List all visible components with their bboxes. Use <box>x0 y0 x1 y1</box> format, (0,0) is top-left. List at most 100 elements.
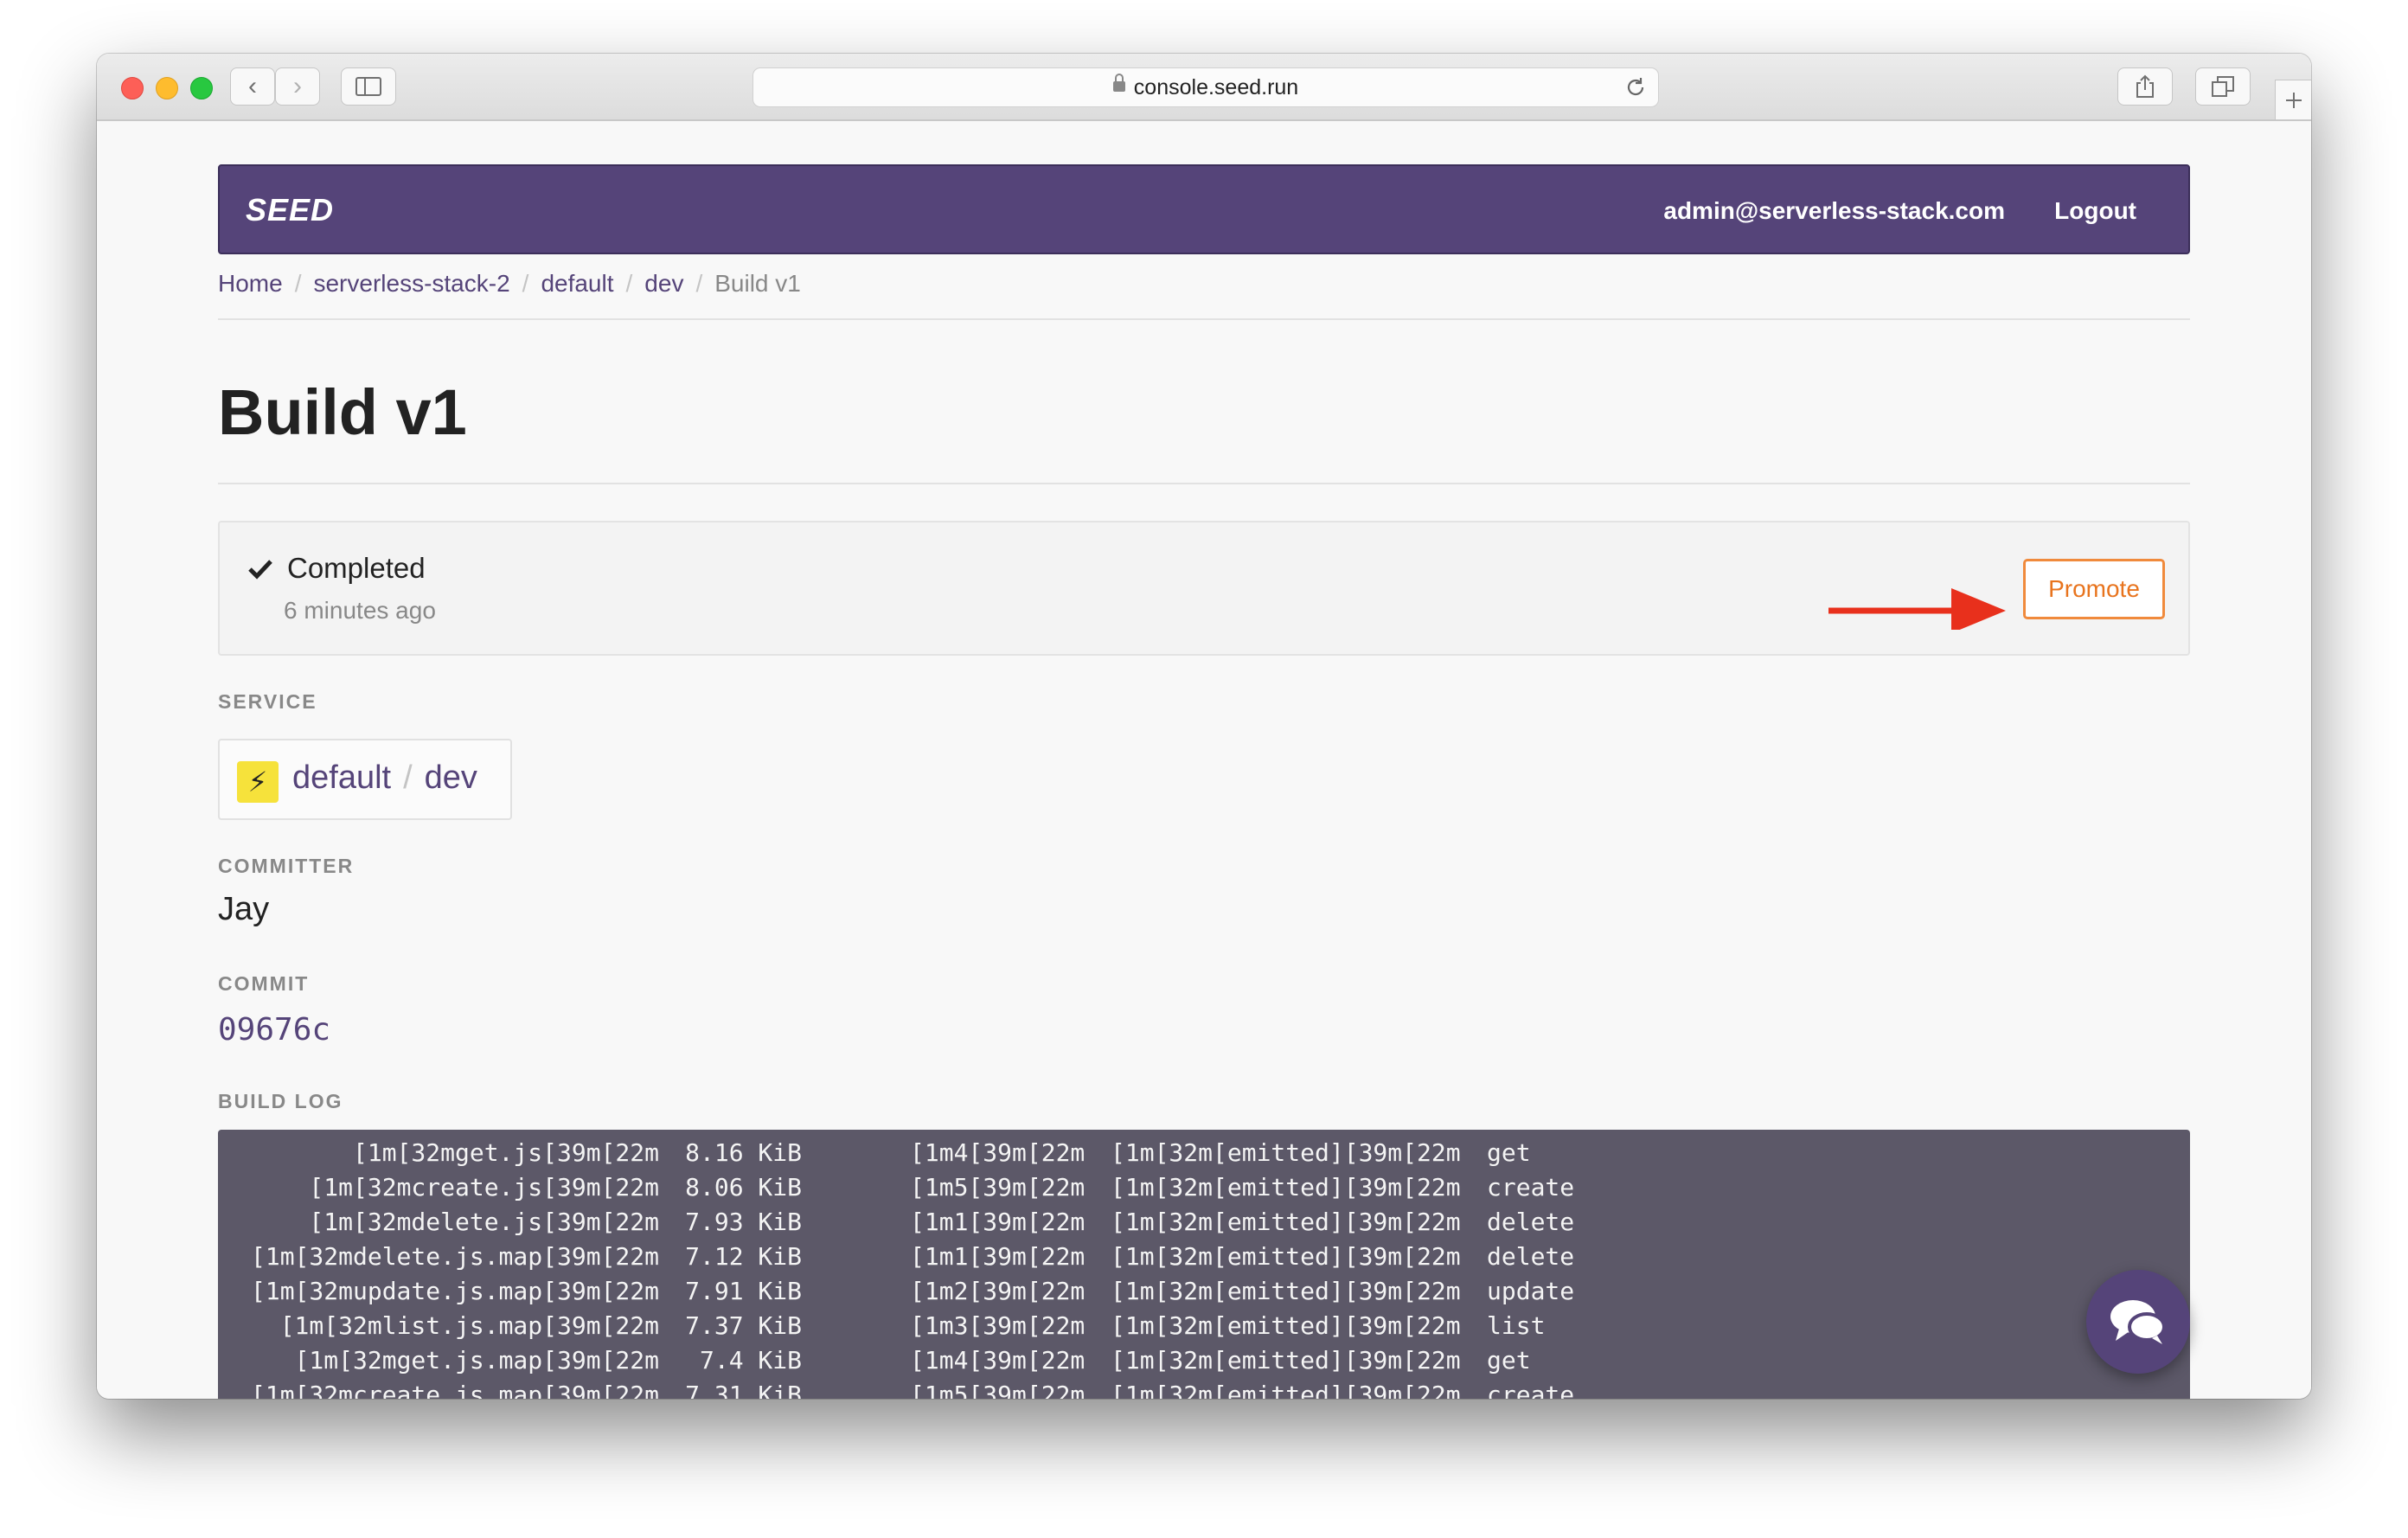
page-content: SEED admin@serverless-stack.com Logout H… <box>97 121 2311 1399</box>
log-status: [1m[32m[emitted][39m[22m <box>1111 1173 1461 1202</box>
minimize-window-button[interactable] <box>156 77 178 99</box>
logout-link[interactable]: Logout <box>2054 197 2136 225</box>
breadcrumb-app[interactable]: serverless-stack-2 <box>313 270 509 297</box>
status-label: Completed <box>287 552 426 584</box>
log-size: 8.06 KiB <box>685 1173 802 1202</box>
red-arrow-annotation <box>1828 588 2006 630</box>
log-line: [1m[32mdelete.js.map[39m[22m 7.12 KiB [1m1… <box>218 1242 2190 1277</box>
log-chunk-name: delete <box>1487 1242 1575 1271</box>
log-chunk: [1m4[39m[22m <box>910 1138 1086 1167</box>
checkmark-icon <box>247 555 273 587</box>
log-status: [1m[32m[emitted][39m[22m <box>1111 1277 1461 1305</box>
log-size: 7.4 KiB <box>699 1346 802 1375</box>
log-file: [1m[32mget.js.map[39m[22m <box>294 1346 659 1375</box>
breadcrumb-current: Build v1 <box>714 270 801 297</box>
reload-icon[interactable] <box>1623 75 1648 99</box>
log-size: 7.93 KiB <box>685 1208 802 1236</box>
sidebar-toggle-button[interactable] <box>341 67 396 106</box>
tabs-overview-button[interactable] <box>2195 67 2251 106</box>
share-icon <box>2136 74 2154 98</box>
tabs-icon <box>2212 76 2234 97</box>
breadcrumb-divider <box>218 318 2190 320</box>
breadcrumb: Home / serverless-stack-2 / default / dev / Buil… <box>218 270 801 298</box>
browser-window: ‹ › console.seed.run SEED admin@serverle… <box>97 54 2311 1399</box>
lock-icon <box>1112 74 1125 93</box>
log-file: [1m[32mget.js[39m[22m <box>352 1138 659 1167</box>
build-status-panel: Completed 6 minutes ago Promote <box>218 521 2190 656</box>
plus-icon <box>2285 92 2302 108</box>
brand-logo[interactable]: SEED <box>246 192 334 228</box>
log-chunk: [1m1[39m[22m <box>910 1242 1086 1271</box>
log-line: [1m[32mcreate.js[39m[22m 8.06 KiB [1m5[39m… <box>218 1173 2190 1208</box>
log-chunk: [1m2[39m[22m <box>910 1277 1086 1305</box>
breadcrumb-service[interactable]: default <box>541 270 613 297</box>
breadcrumb-separator: / <box>695 270 703 297</box>
promote-button[interactable]: Promote <box>2023 559 2165 619</box>
log-line: [1m[32mcreate.js.map[39m[22m 7.31 KiB [1m5… <box>218 1381 2190 1399</box>
log-chunk-name: create <box>1487 1381 1575 1399</box>
service-separator: / <box>403 759 413 796</box>
log-line: [1m[32mget.js.map[39m[22m 7.4 KiB [1m4[39m… <box>218 1346 2190 1381</box>
log-chunk-name: delete <box>1487 1208 1575 1236</box>
address-bar[interactable]: console.seed.run <box>752 67 1659 107</box>
log-status: [1m[32m[emitted][39m[22m <box>1111 1311 1461 1340</box>
log-chunk: [1m3[39m[22m <box>910 1311 1086 1340</box>
browser-titlebar: ‹ › console.seed.run <box>97 54 2311 121</box>
log-status: [1m[32m[emitted][39m[22m <box>1111 1138 1461 1167</box>
log-size: 7.12 KiB <box>685 1242 802 1271</box>
chat-widget-button[interactable] <box>2086 1270 2190 1374</box>
log-line: [1m[32mlist.js.map[39m[22m 7.37 KiB [1m3[3… <box>218 1311 2190 1346</box>
log-size: 7.31 KiB <box>685 1381 802 1399</box>
log-chunk-name: update <box>1487 1277 1575 1305</box>
user-email-link[interactable]: admin@serverless-stack.com <box>1663 197 2005 225</box>
app-navbar: SEED admin@serverless-stack.com Logout <box>218 164 2190 254</box>
committer-heading: COMMITTER <box>218 855 355 877</box>
build-log-panel[interactable]: [1m[32mget.js[39m[22m 8.16 KiB [1m4[39m[22… <box>218 1130 2190 1399</box>
log-line: [1m[32mdelete.js[39m[22m 7.93 KiB [1m1[39m… <box>218 1208 2190 1242</box>
chevron-left-icon: ‹ <box>248 72 257 100</box>
log-size: 7.37 KiB <box>685 1311 802 1340</box>
new-tab-button[interactable] <box>2275 80 2311 119</box>
commit-heading: COMMIT <box>218 972 310 995</box>
log-status: [1m[32m[emitted][39m[22m <box>1111 1242 1461 1271</box>
log-chunk: [1m5[39m[22m <box>910 1381 1086 1399</box>
log-chunk: [1m5[39m[22m <box>910 1173 1086 1202</box>
log-chunk-name: list <box>1487 1311 1546 1340</box>
service-link[interactable]: ⚡ default / dev <box>218 739 512 820</box>
title-divider <box>218 483 2190 484</box>
share-button[interactable] <box>2117 67 2173 106</box>
service-heading: SERVICE <box>218 690 317 713</box>
log-file: [1m[32mdelete.js[39m[22m <box>309 1208 659 1236</box>
log-chunk-name: create <box>1487 1173 1575 1202</box>
breadcrumb-separator: / <box>522 270 529 297</box>
log-line: [1m[32mget.js[39m[22m 8.16 KiB [1m4[39m[22… <box>218 1138 2190 1173</box>
forward-button[interactable]: › <box>275 67 320 106</box>
log-file: [1m[32mupdate.js.map[39m[22m <box>250 1277 659 1305</box>
breadcrumb-separator: / <box>294 270 302 297</box>
close-window-button[interactable] <box>121 77 144 99</box>
lightning-icon: ⚡ <box>237 761 279 803</box>
build-log-heading: BUILD LOG <box>218 1090 343 1112</box>
breadcrumb-home[interactable]: Home <box>218 270 283 297</box>
breadcrumb-separator: / <box>625 270 633 297</box>
breadcrumb-stage[interactable]: dev <box>644 270 683 297</box>
sidebar-icon <box>355 77 381 96</box>
log-chunk: [1m1[39m[22m <box>910 1208 1086 1236</box>
committer-name: Jay <box>218 891 270 927</box>
log-size: 7.91 KiB <box>685 1277 802 1305</box>
zoom-window-button[interactable] <box>190 77 213 99</box>
stage-name[interactable]: dev <box>425 759 477 796</box>
service-name[interactable]: default <box>292 759 391 796</box>
commit-hash-link[interactable]: 09676c <box>218 1012 330 1048</box>
log-chunk-name: get <box>1487 1138 1531 1167</box>
back-button[interactable]: ‹ <box>230 67 275 106</box>
chevron-right-icon: › <box>293 72 302 100</box>
log-file: [1m[32mlist.js.map[39m[22m <box>279 1311 659 1340</box>
log-line: [1m[32mupdate.js.map[39m[22m 7.91 KiB [1m2… <box>218 1277 2190 1311</box>
chat-bubbles-icon <box>2110 1300 2166 1344</box>
log-size: 8.16 KiB <box>685 1138 802 1167</box>
log-chunk-name: get <box>1487 1346 1531 1375</box>
log-file: [1m[32mdelete.js.map[39m[22m <box>250 1242 659 1271</box>
log-chunk: [1m4[39m[22m <box>910 1346 1086 1375</box>
log-file: [1m[32mcreate.js[39m[22m <box>309 1173 659 1202</box>
